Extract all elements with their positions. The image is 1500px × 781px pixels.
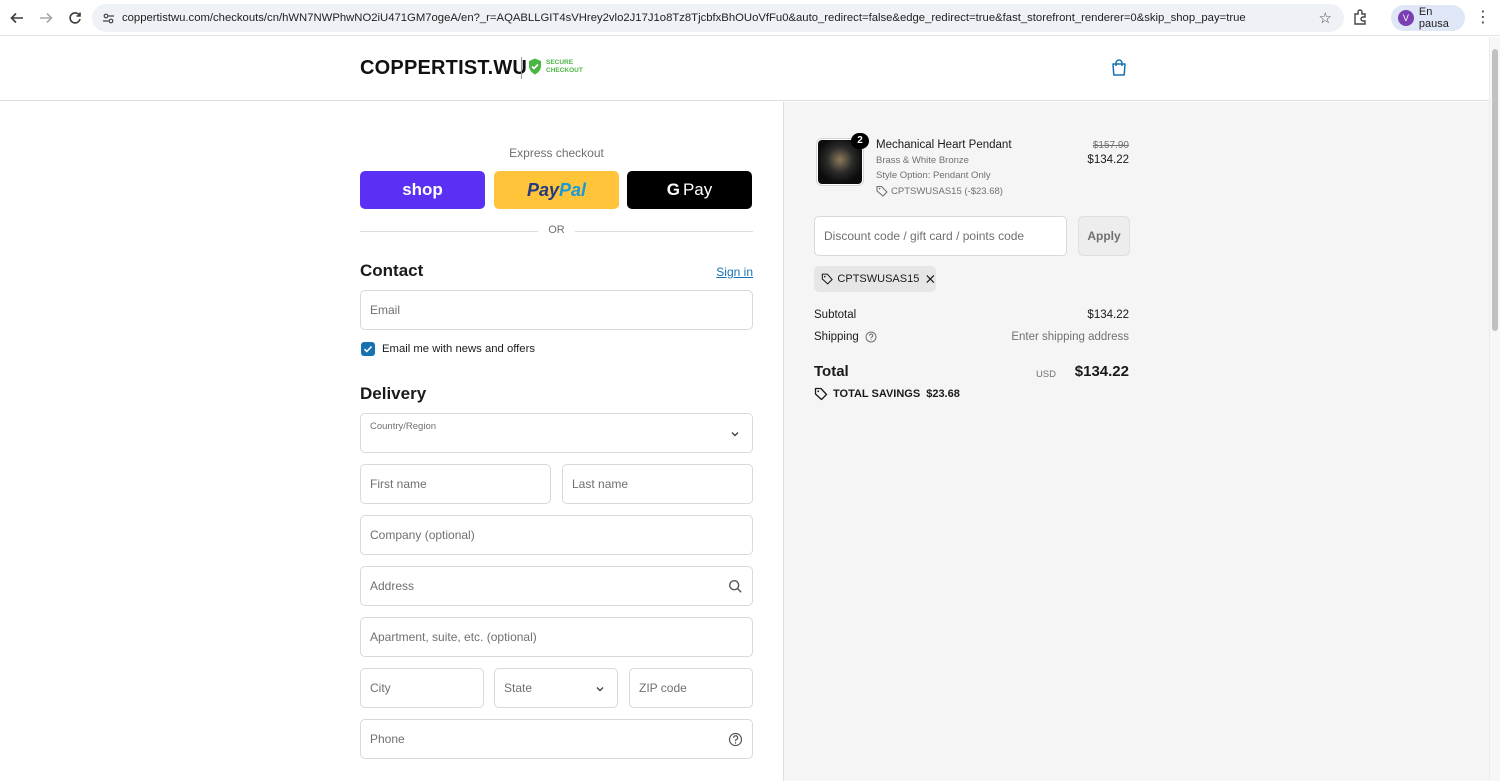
savings-label: TOTAL SAVINGS xyxy=(833,388,921,400)
subtotal-label: Subtotal xyxy=(814,309,857,321)
google-pay-button[interactable]: G Pay xyxy=(627,171,752,209)
product-discount: CPTSWUSAS15 (-$23.68) xyxy=(876,185,1003,197)
secure-text-line2: CHECKOUT xyxy=(546,66,583,74)
secure-text-line1: SECURE xyxy=(546,59,574,66)
product-name: Mechanical Heart Pendant xyxy=(876,139,1012,151)
product-discount-text: CPTSWUSAS15 (-$23.68) xyxy=(891,185,1003,197)
tag-icon xyxy=(876,185,888,197)
logo-divider xyxy=(521,57,522,79)
state-select[interactable]: State xyxy=(494,668,618,708)
secure-checkout-badge: SECURE CHECKOUT xyxy=(528,58,583,75)
email-field[interactable]: Email xyxy=(360,290,753,330)
url-text[interactable]: coppertistwu.com/checkouts/cn/hWN7NWPhwN… xyxy=(122,12,1246,24)
extensions-icon[interactable] xyxy=(1352,8,1372,28)
zip-placeholder: ZIP code xyxy=(639,681,687,695)
subtotal-value: $134.22 xyxy=(1087,309,1129,321)
delivery-title: Delivery xyxy=(360,384,427,403)
paypal-label-part1: Pay xyxy=(526,179,559,200)
shopping-bag-icon[interactable] xyxy=(1110,59,1130,79)
bookmark-star-icon[interactable]: ☆ xyxy=(1319,9,1332,27)
apartment-placeholder: Apartment, suite, etc. (optional) xyxy=(370,630,537,644)
google-g-icon: G xyxy=(666,180,680,199)
help-icon[interactable] xyxy=(728,732,743,747)
discounted-price: $134.22 xyxy=(1087,154,1129,166)
or-divider: OR xyxy=(360,223,753,239)
total-currency: USD xyxy=(1035,369,1056,380)
shipping-value: Enter shipping address xyxy=(1011,331,1129,343)
remove-code-icon[interactable] xyxy=(925,273,936,285)
discount-code-input[interactable]: Discount code / gift card / points code xyxy=(814,216,1067,256)
order-summary: 2 Mechanical Heart Pendant Brass & White… xyxy=(783,102,1489,781)
or-label: OR xyxy=(548,224,565,236)
google-pay-label: Pay xyxy=(682,180,713,199)
newsletter-row[interactable]: Email me with news and offers xyxy=(361,342,535,356)
original-price: $157.90 xyxy=(1092,140,1129,151)
city-field[interactable]: City xyxy=(360,668,484,708)
phone-field[interactable]: Phone xyxy=(360,719,753,759)
applied-code-label: CPTSWUSAS15 xyxy=(837,273,920,285)
company-placeholder: Company (optional) xyxy=(370,528,475,542)
country-select[interactable]: Country/Region xyxy=(360,413,753,453)
first-name-placeholder: First name xyxy=(370,477,427,491)
sign-in-link[interactable]: Sign in xyxy=(700,265,753,279)
zip-field[interactable]: ZIP code xyxy=(629,668,753,708)
product-style-option: Style Option: Pendant Only xyxy=(876,170,991,181)
search-icon[interactable] xyxy=(728,579,743,594)
paypal-label-part2: Pal xyxy=(559,179,587,200)
shipping-label: Shipping xyxy=(814,331,859,343)
city-placeholder: City xyxy=(370,681,391,695)
profile-label: En pausa xyxy=(1418,6,1449,30)
address-placeholder: Address xyxy=(370,579,415,593)
checkout-form-column: Express checkout shop Pay Pal G Pay OR Co… xyxy=(0,102,783,781)
shipping-row: Shipping xyxy=(814,331,877,343)
tag-icon xyxy=(821,273,833,285)
address-field[interactable]: Address xyxy=(360,566,753,606)
profile-chip[interactable]: V En pausa xyxy=(1391,5,1465,31)
total-savings: TOTAL SAVINGS $23.68 xyxy=(814,387,960,401)
last-name-placeholder: Last name xyxy=(572,477,629,491)
store-logo[interactable]: COPPERTIST.WU xyxy=(360,57,527,80)
savings-value: $23.68 xyxy=(926,388,960,400)
applied-discount-chip: CPTSWUSAS15 xyxy=(814,266,936,292)
express-checkout-title: Express checkout xyxy=(509,146,604,160)
checkmark-icon xyxy=(363,345,373,353)
total-label: Total xyxy=(814,363,849,380)
phone-placeholder: Phone xyxy=(370,732,405,746)
address-bar[interactable]: coppertistwu.com/checkouts/cn/hWN7NWPhwN… xyxy=(92,4,1344,32)
state-placeholder: State xyxy=(504,681,533,695)
paypal-button[interactable]: Pay Pal xyxy=(494,171,619,209)
contact-title: Contact xyxy=(360,261,424,280)
help-icon[interactable] xyxy=(865,331,877,343)
scrollbar-thumb[interactable] xyxy=(1492,49,1498,331)
country-label: Country/Region xyxy=(370,421,437,432)
newsletter-checkbox[interactable] xyxy=(361,342,375,356)
reload-icon[interactable] xyxy=(63,6,87,30)
shop-pay-button[interactable]: shop xyxy=(360,171,485,209)
discount-code-placeholder: Discount code / gift card / points code xyxy=(824,229,1025,243)
apply-button[interactable]: Apply xyxy=(1078,216,1130,256)
tag-icon xyxy=(814,387,828,401)
first-name-field[interactable]: First name xyxy=(360,464,551,504)
total-value: $134.22 xyxy=(1074,363,1129,380)
quantity-badge: 2 xyxy=(851,133,869,149)
newsletter-label: Email me with news and offers xyxy=(382,343,535,355)
company-field[interactable]: Company (optional) xyxy=(360,515,753,555)
avatar: V xyxy=(1398,10,1414,26)
checkout-header: COPPERTIST.WU SECURE CHECKOUT xyxy=(0,37,1489,101)
apartment-field[interactable]: Apartment, suite, etc. (optional) xyxy=(360,617,753,657)
email-placeholder: Email xyxy=(370,303,401,317)
forward-icon[interactable] xyxy=(34,6,58,30)
back-icon[interactable] xyxy=(5,6,29,30)
product-variant: Brass & White Bronze xyxy=(876,155,969,166)
page-scrollbar[interactable] xyxy=(1489,37,1500,781)
chevron-down-icon xyxy=(596,687,604,692)
last-name-field[interactable]: Last name xyxy=(562,464,753,504)
chevron-down-icon xyxy=(731,432,739,437)
site-info-icon[interactable] xyxy=(95,5,121,31)
browser-menu-icon[interactable]: ⋮ xyxy=(1474,8,1492,28)
browser-toolbar: coppertistwu.com/checkouts/cn/hWN7NWPhwN… xyxy=(0,0,1500,36)
shop-pay-label: shop xyxy=(402,180,443,199)
shield-check-icon xyxy=(529,58,541,75)
